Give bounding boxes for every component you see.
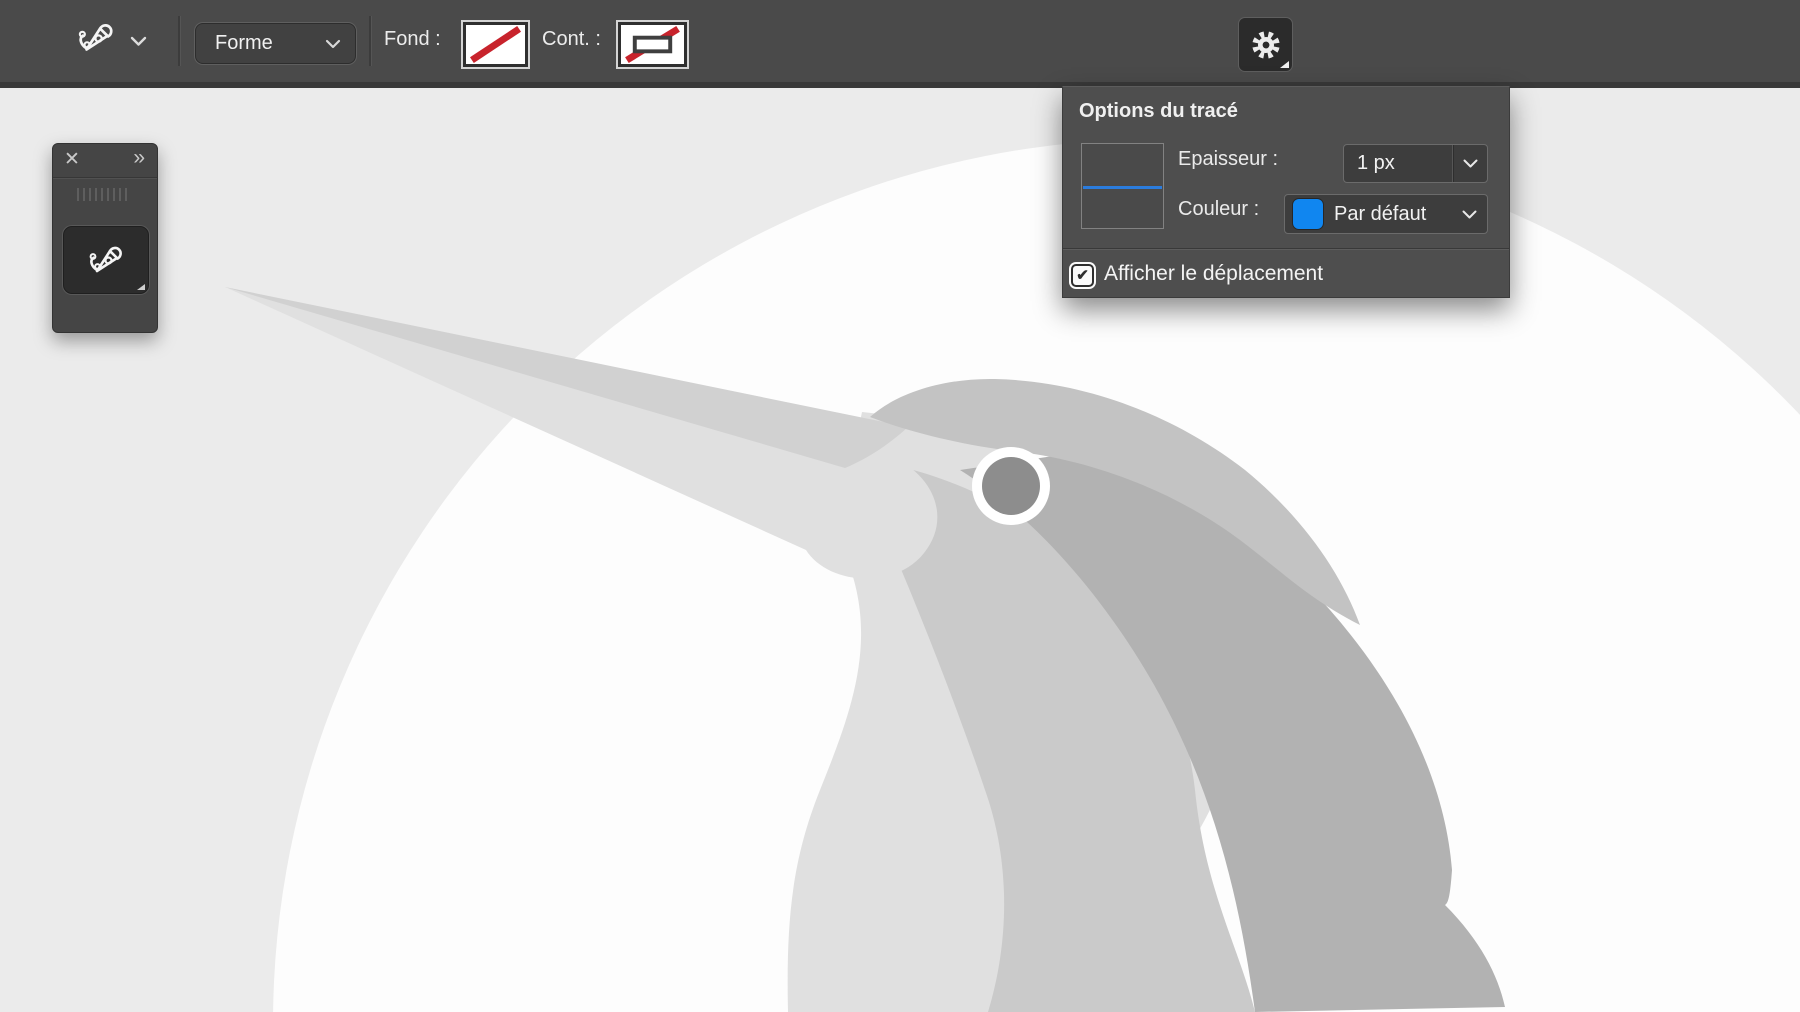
pen-tool-icon: [74, 16, 120, 67]
gear-icon: [1249, 28, 1283, 62]
thickness-label: Epaisseur :: [1178, 148, 1278, 171]
pen-tool-icon: [85, 239, 129, 283]
toolbar-separator: [369, 16, 371, 66]
show-displacement-checkbox[interactable]: ✔: [1071, 264, 1094, 287]
fill-swatch-none-indicator: [466, 25, 525, 64]
document-canvas[interactable]: [0, 88, 1800, 1012]
floating-panel-header[interactable]: ✕ »: [53, 144, 157, 178]
thickness-value: 1 px: [1344, 152, 1453, 175]
color-label: Couleur :: [1178, 198, 1259, 221]
flyout-indicator-triangle: [137, 284, 145, 290]
fill-swatch[interactable]: [461, 20, 530, 69]
thickness-dropdown[interactable]: 1 px: [1343, 144, 1488, 183]
toolbar-separator: [178, 16, 180, 66]
chevron-down-icon: [1453, 145, 1487, 182]
floating-tool-panel: ✕ »: [52, 143, 158, 333]
tool-mode-value: Forme: [215, 32, 273, 55]
chevron-down-icon: [325, 39, 341, 49]
tool-options-bar: Forme Fond : Cont. :: [0, 0, 1800, 88]
stroke-preview-box: [1081, 143, 1164, 229]
panel-title: Options du tracé: [1079, 100, 1238, 123]
checkmark-icon: ✔: [1076, 268, 1089, 283]
color-value: Par défaut: [1323, 203, 1462, 226]
color-dropdown[interactable]: Par défaut: [1284, 194, 1488, 234]
flyout-indicator-triangle: [1280, 61, 1289, 68]
color-swatch: [1293, 199, 1323, 229]
stroke-label: Cont. :: [542, 28, 601, 51]
close-icon[interactable]: ✕: [64, 148, 80, 171]
stroke-swatch[interactable]: [616, 20, 689, 69]
fill-label: Fond :: [384, 28, 441, 51]
path-options-gear-button[interactable]: [1238, 17, 1293, 72]
stroke-preview-line: [1083, 186, 1162, 189]
application-window: Forme Fond : Cont. :: [0, 0, 1800, 1012]
panel-drag-grip[interactable]: [77, 188, 135, 201]
path-options-panel: Options du tracé Epaisseur : 1 px Couleu…: [1062, 86, 1510, 298]
chevron-down-icon: [1462, 210, 1477, 219]
expand-panel-icon[interactable]: »: [133, 146, 144, 170]
panel-divider: [1063, 248, 1509, 249]
active-tool-button[interactable]: [74, 16, 166, 66]
bird-eye-iris: [982, 457, 1040, 515]
pen-tool-button[interactable]: [63, 226, 149, 294]
show-displacement-label: Afficher le déplacement: [1104, 262, 1323, 286]
bird-artwork: [0, 88, 1800, 1012]
chevron-down-icon: [130, 36, 147, 47]
stroke-swatch-none-indicator: [621, 25, 684, 64]
tool-mode-dropdown[interactable]: Forme: [195, 23, 356, 64]
